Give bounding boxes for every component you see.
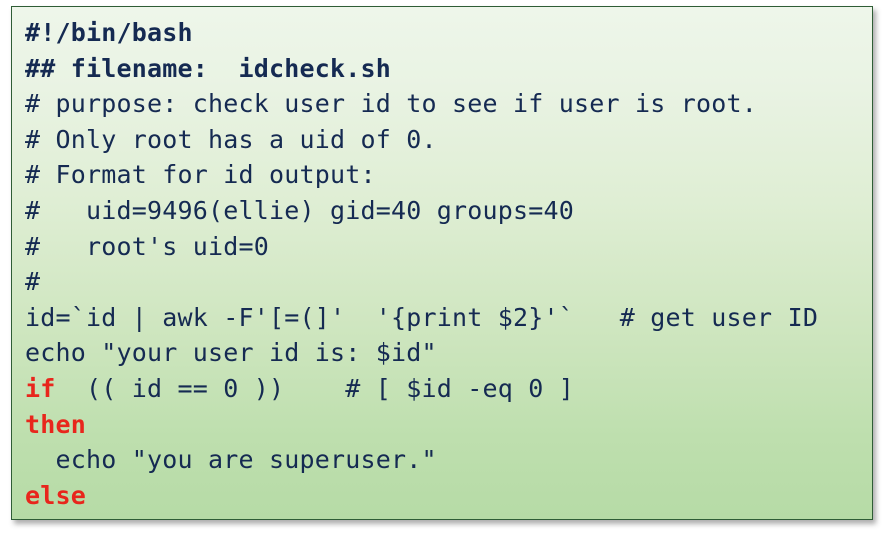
shell-keyword: if bbox=[25, 373, 56, 403]
shell-keyword: else bbox=[25, 480, 87, 510]
code-line: # root's uid=0 bbox=[25, 231, 270, 261]
code-line: echo "your user id is: $id" bbox=[25, 338, 437, 368]
shell-keyword: then bbox=[25, 409, 87, 439]
code-line: #!/bin/bash bbox=[25, 18, 193, 47]
code-line-remainder: (( id == 0 )) # [ $id -eq 0 ] bbox=[55, 373, 575, 403]
code-line: else bbox=[25, 478, 872, 514]
code-line: echo "you are superuser." bbox=[25, 445, 437, 475]
code-line: echo "you are not superuser." bbox=[25, 513, 872, 519]
code-block-card: #!/bin/bash ## filename: idcheck.sh # purp… bbox=[11, 6, 873, 520]
code-line: ## filename: idcheck.sh bbox=[25, 53, 392, 83]
code-line: # Only root has a uid of 0. bbox=[25, 124, 437, 154]
code-line: # bbox=[25, 267, 41, 297]
code-line: if (( id == 0 )) # [ $id -eq 0 ] bbox=[25, 371, 872, 407]
code-listing: #!/bin/bash ## filename: idcheck.sh # purp… bbox=[25, 15, 872, 519]
code-line: # Format for id output: bbox=[25, 160, 376, 190]
code-line: then bbox=[25, 407, 872, 443]
code-line: # uid=9496(ellie) gid=40 groups=40 bbox=[25, 195, 575, 225]
code-line: # purpose: check user id to see if user … bbox=[25, 89, 758, 119]
code-line: id=`id | awk -F'[=(]' '{print $2}'` # ge… bbox=[25, 302, 819, 332]
